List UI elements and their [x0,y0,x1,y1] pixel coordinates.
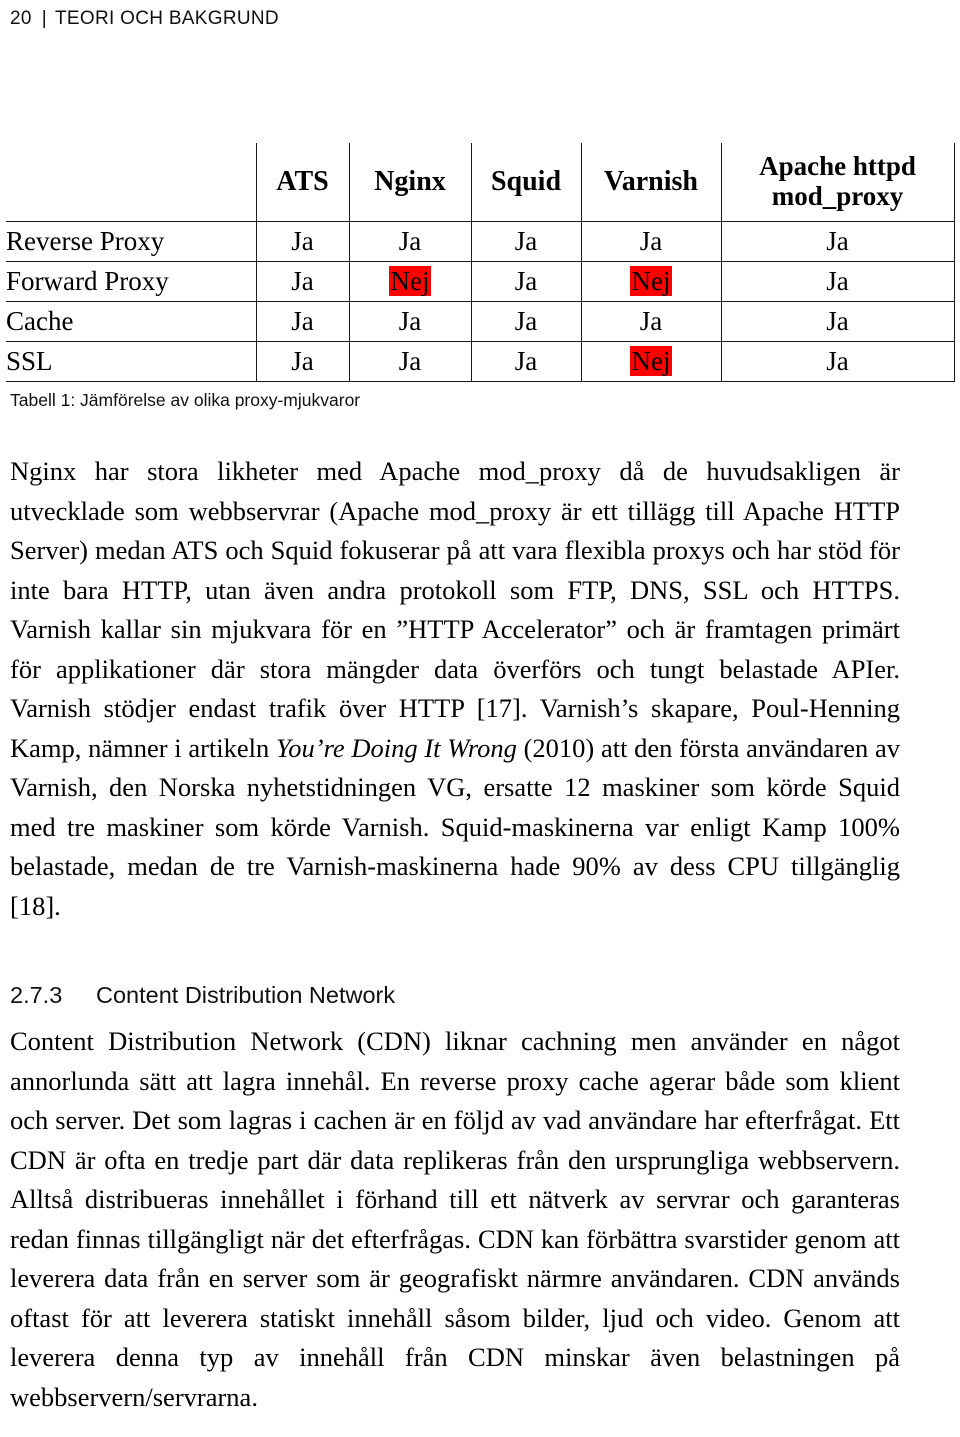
running-header: 20 | TEORI OCH BAKGRUND [10,8,279,30]
cell-cache-ats: Ja [255,301,349,342]
negative-highlight: Nej [629,346,673,377]
cell-cache-nginx: Ja [348,301,471,342]
cell-reverse-proxy-apache: Ja [720,221,955,262]
cell-cache-apache: Ja [720,301,955,342]
cell-ssl-nginx: Ja [348,341,471,382]
column-header-squid: Squid [470,143,581,222]
table-header-row: ATS Nginx Squid Varnish Apache httpd mod… [6,143,955,222]
cell-cache-varnish: Ja [580,301,721,342]
apache-header-line-2: mod_proxy [771,181,904,211]
column-header-ats: ATS [255,143,349,222]
paragraph-cdn: Content Distribution Network (CDN) likna… [10,1026,900,1412]
paragraph-text-part-1: Nginx har stora likheter med Apache mod_… [10,456,900,763]
article-title-italic: You’re Doing It Wrong [275,732,517,763]
cell-cache-squid: Ja [470,301,581,342]
cell-ssl-apache: Ja [720,341,955,382]
header-separator: | [41,8,47,29]
page-number: 20 [10,8,32,29]
negative-highlight: Nej [629,266,673,297]
table-row: Reverse Proxy Ja Ja Ja Ja Ja [6,221,955,262]
column-header-nginx: Nginx [348,143,471,222]
chapter-title: TEORI OCH BAKGRUND [54,8,279,29]
column-header-apache-mod-proxy: Apache httpd mod_proxy [720,143,955,222]
comparison-table-container: ATS Nginx Squid Varnish Apache httpd mod… [6,143,955,382]
apache-header-line-1: Apache httpd [759,151,916,182]
row-label-forward-proxy: Forward Proxy [6,261,256,302]
row-label-reverse-proxy: Reverse Proxy [6,221,256,262]
negative-highlight: Nej [388,266,432,297]
cell-reverse-proxy-varnish: Ja [580,221,721,262]
cell-forward-proxy-varnish: Nej [580,261,721,302]
cell-ssl-ats: Ja [255,341,349,382]
section-heading: 2.7.3 Content Distribution Network [10,982,395,1009]
cell-forward-proxy-ats: Ja [255,261,349,302]
table-row: Cache Ja Ja Ja Ja Ja [6,301,955,342]
cell-forward-proxy-apache: Ja [720,261,955,302]
proxy-comparison-table: ATS Nginx Squid Varnish Apache httpd mod… [6,143,955,382]
table-corner-cell [6,143,256,222]
table-row: SSL Ja Ja Ja Nej Ja [6,341,955,382]
row-label-ssl: SSL [6,341,256,382]
cell-forward-proxy-nginx: Nej [348,261,471,302]
cell-reverse-proxy-squid: Ja [470,221,581,262]
table-row: Forward Proxy Ja Nej Ja Nej Ja [6,261,955,302]
section-number: 2.7.3 [10,982,63,1008]
document-page: 20 | TEORI OCH BAKGRUND ATS Nginx Squid Va… [0,0,960,1437]
cell-reverse-proxy-nginx: Ja [348,221,471,262]
cell-ssl-squid: Ja [470,341,581,382]
cell-ssl-varnish: Nej [580,341,721,382]
row-label-cache: Cache [6,301,256,342]
paragraph-proxy-comparison: Nginx har stora likheter med Apache mod_… [10,452,900,926]
cell-reverse-proxy-ats: Ja [255,221,349,262]
column-header-varnish: Varnish [580,143,721,222]
table-caption: Tabell 1: Jämförelse av olika proxy-mjuk… [10,390,361,410]
cell-forward-proxy-squid: Ja [470,261,581,302]
section-title: Content Distribution Network [96,982,396,1008]
